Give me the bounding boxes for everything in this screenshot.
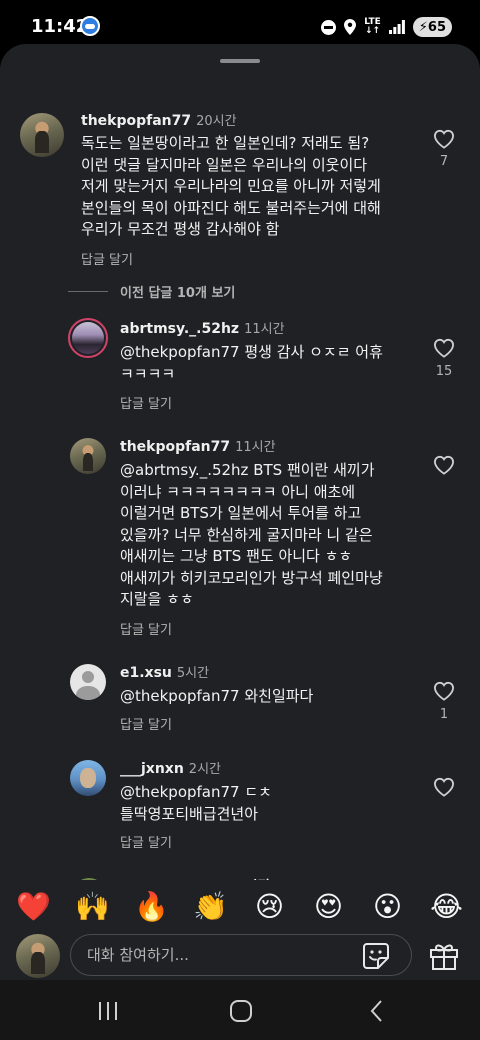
sticker-icon[interactable] [361,941,391,971]
reaction-fire-emoji[interactable]: 🔥 [132,890,172,924]
reply-header: ___jxnxn 2시간 [120,758,221,777]
reaction-laughing-emoji[interactable]: 😂 [427,890,467,924]
avatar-image [72,322,104,354]
view-previous-replies-label[interactable]: 이전 답글 10개 보기 [120,282,235,301]
timestamp: 11시간 [244,322,285,337]
reply-text: @abrtmsy._.52hz BTS 팬이란 새끼가 이러냐 ㅋㅋㅋㅋㅋㅋㅋㅋ… [120,461,383,608]
quick-reactions-bar: ❤️ 🙌 🔥 👏 😢 😍 😮 😂 [0,880,480,934]
battery-indicator: ⚡ 65 [412,17,452,37]
app-notification-icon [80,16,100,36]
reply-text: @thekpopfan77 와친일파다 [120,687,314,705]
reply-header: e1.xsu 5시간 [120,662,209,681]
drag-handle[interactable] [220,59,260,63]
comment-header: thekpopfan77 20시간 [81,110,237,129]
reaction-crying-emoji[interactable]: 😢 [250,890,290,924]
reply-button[interactable]: 답글 달기 [120,832,172,851]
reaction-surprised-emoji[interactable]: 😮 [368,890,408,924]
username[interactable]: abrtmsy._.52hz [120,321,239,337]
avatar[interactable] [70,760,106,796]
do-not-disturb-icon [321,19,337,35]
reply-button[interactable]: 답글 달기 [120,619,172,638]
comment-input-bar [0,934,480,980]
timestamp: 5시간 [176,666,210,681]
divider-line [68,291,108,292]
my-avatar [16,934,60,978]
reply-button[interactable]: 답글 달기 [81,249,133,268]
comment-text: 독도는 일본땅이라고 한 일본인데? 저래도 됨? 이런 댓글 달지마라 일본은… [81,134,381,238]
like-heart-icon[interactable] [433,338,455,358]
username[interactable]: e1.xsu [120,665,172,681]
reaction-raised-hands-emoji[interactable]: 🙌 [73,890,113,924]
reply-text: @thekpopfan77 평생 감사 ㅇㅈㄹ 어휴 ㅋㅋㅋㅋ [120,343,383,383]
back-icon[interactable] [364,998,390,1024]
reaction-heart-eyes-emoji[interactable]: 😍 [309,890,349,924]
timestamp: 11시간 [235,440,276,455]
location-icon [344,19,357,35]
like-heart-icon[interactable] [433,455,455,475]
timestamp: 20시간 [196,114,237,129]
reply-button[interactable]: 답글 달기 [120,714,172,733]
like-heart-icon[interactable] [433,777,455,797]
like-count: 15 [435,364,453,379]
comments-sheet: thekpopfan77 20시간 독도는 일본땅이라고 한 일본인데? 저래도 … [0,44,480,980]
avatar[interactable] [68,318,108,358]
reply-header: abrtmsy._.52hz 11시간 [120,318,285,337]
like-heart-icon[interactable] [433,129,455,149]
comment-input-container[interactable] [70,934,412,976]
recent-apps-icon[interactable] [95,998,121,1024]
view-previous-replies[interactable]: 이전 답글 10개 보기 [68,282,235,301]
battery-level: 65 [427,19,446,35]
like-count: 1 [439,707,449,722]
reply-header: thekpopfan77 11시간 [120,436,276,455]
gift-icon[interactable] [428,940,460,972]
reaction-clap-emoji[interactable]: 👏 [191,890,231,924]
avatar[interactable] [20,113,64,157]
avatar[interactable] [70,438,106,474]
home-icon[interactable] [228,998,254,1024]
username[interactable]: ___jxnxn [120,761,184,777]
status-icons: LTE ↓↑ ⚡ 65 [321,17,452,37]
network-label: LTE [364,17,381,27]
username[interactable]: thekpopfan77 [81,113,191,129]
network-type: LTE ↓↑ [364,17,381,36]
like-count: 7 [439,154,449,169]
like-heart-icon[interactable] [433,681,455,701]
signal-icon [388,20,405,34]
system-navigation-bar [0,980,480,1040]
avatar[interactable] [70,664,106,700]
timestamp: 2시간 [188,762,221,777]
reply-button[interactable]: 답글 달기 [120,393,172,412]
comment-input[interactable] [87,935,347,975]
reaction-heart-emoji[interactable]: ❤️ [14,890,54,924]
username[interactable]: thekpopfan77 [120,439,230,455]
reply-text: @thekpopfan77 ㄷㅊ 틀딱영포티배급견년아 [120,783,272,823]
